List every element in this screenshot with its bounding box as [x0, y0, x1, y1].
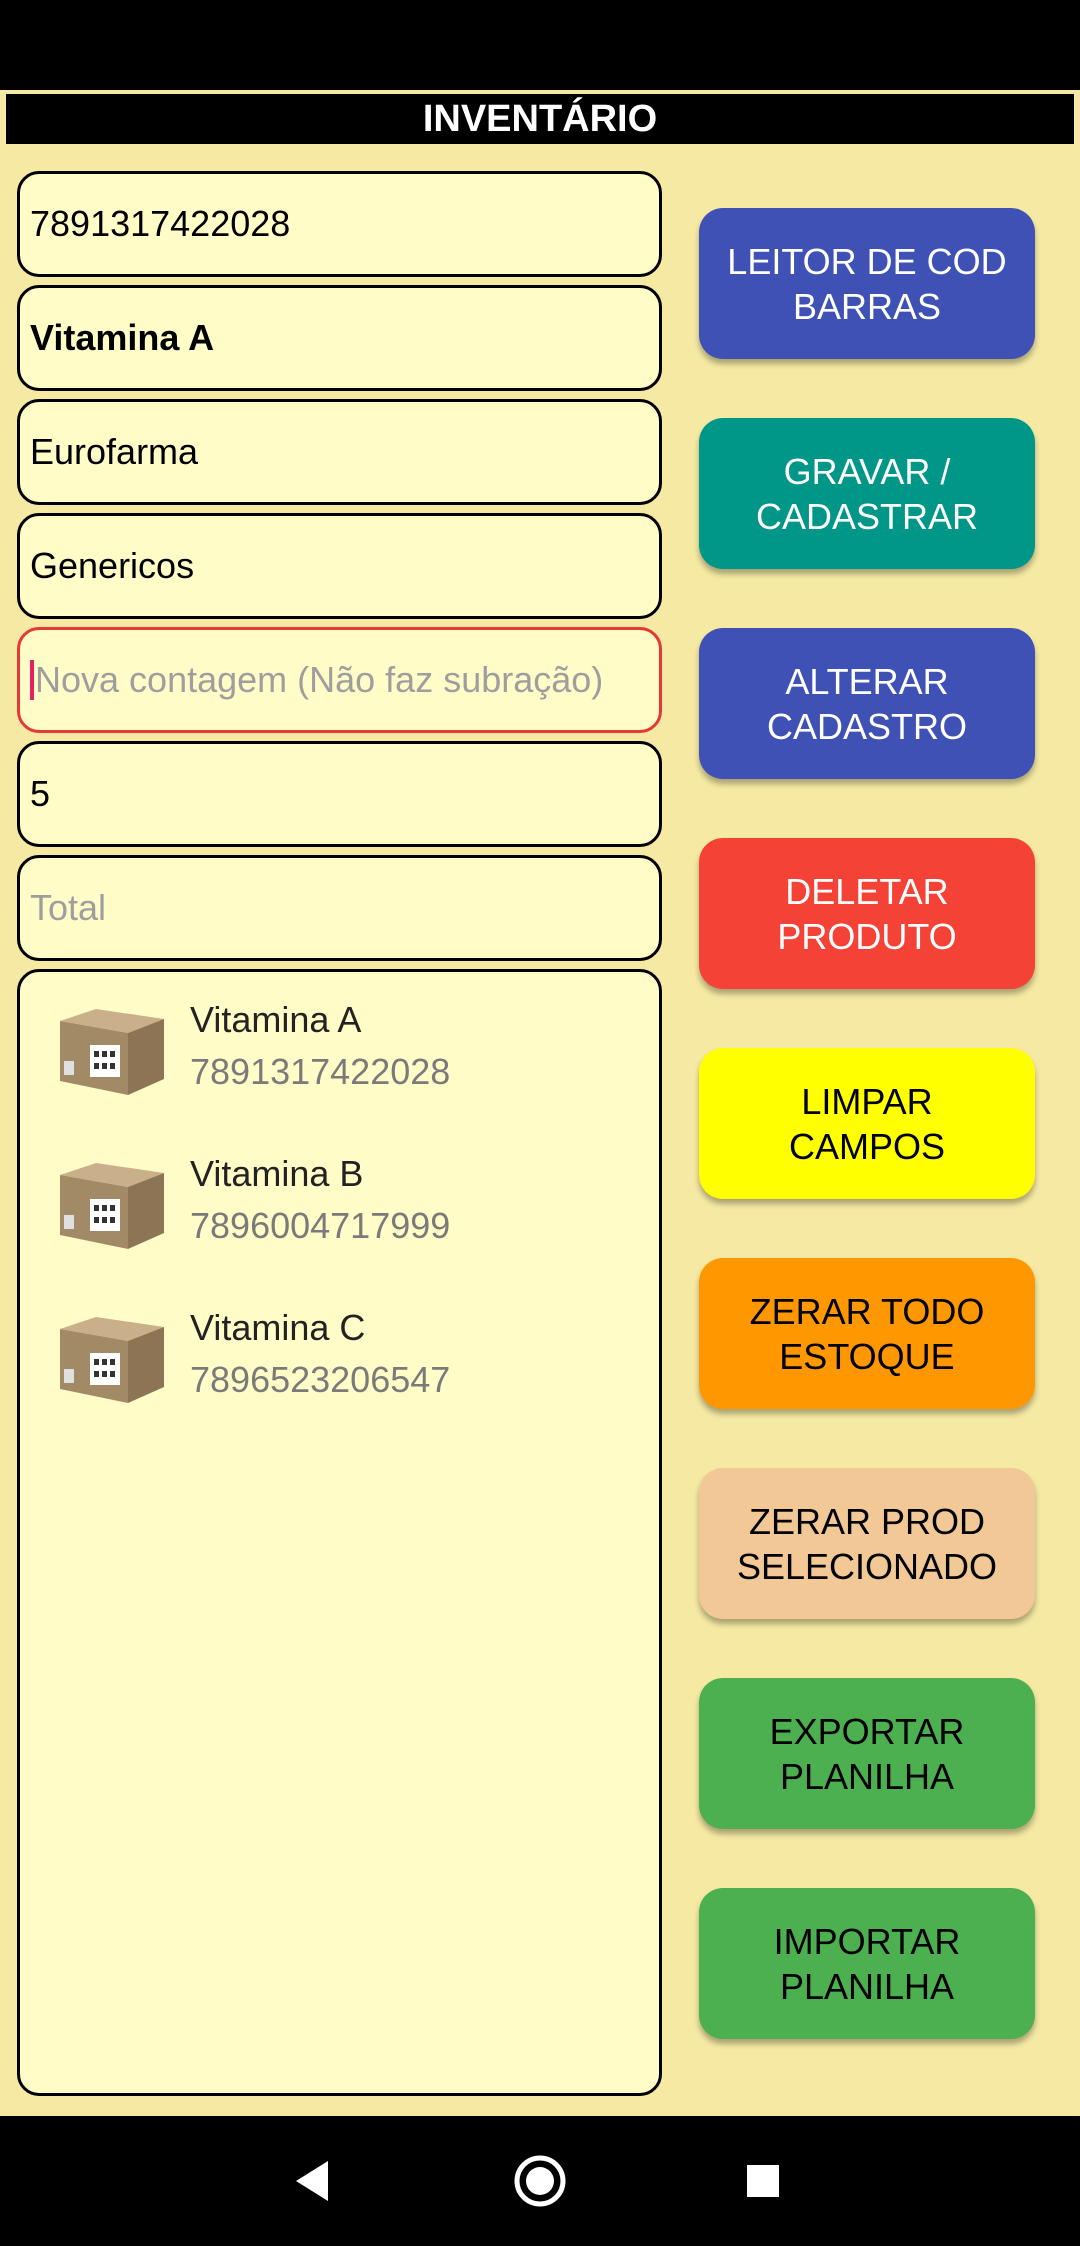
product-name-input[interactable]: Vitamina A [17, 285, 662, 391]
edit-register-button[interactable]: ALTERAR CADASTRO [699, 628, 1035, 779]
box-icon [56, 1307, 168, 1407]
product-list[interactable]: Vitamina A 7891317422028 Vitamina B 7896… [17, 969, 662, 2096]
list-item[interactable]: Vitamina B 7896004717999 [38, 1153, 638, 1273]
box-icon [56, 1153, 168, 1253]
total-input[interactable]: Total [17, 855, 662, 961]
item-code: 7896004717999 [190, 1205, 451, 1246]
total-placeholder: Total [30, 887, 107, 928]
barcode-reader-button[interactable]: LEITOR DE COD BARRAS [699, 208, 1035, 359]
list-item[interactable]: Vitamina C 7896523206547 [38, 1307, 638, 1427]
save-register-button[interactable]: GRAVAR / CADASTRAR [699, 418, 1035, 569]
item-code: 7896523206547 [190, 1359, 451, 1400]
navigation-bar [0, 2116, 1080, 2246]
back-icon[interactable] [252, 2116, 372, 2246]
status-bar [0, 0, 1080, 90]
new-count-input[interactable]: Nova contagem (Não faz subração) [17, 627, 662, 733]
export-spreadsheet-button[interactable]: EXPORTAR PLANILHA [699, 1678, 1035, 1829]
text-cursor [30, 660, 34, 700]
clear-fields-button[interactable]: LIMPAR CAMPOS [699, 1048, 1035, 1199]
home-icon[interactable] [480, 2116, 600, 2246]
item-code: 7891317422028 [190, 1051, 451, 1092]
recents-icon[interactable] [703, 2116, 823, 2246]
item-name: Vitamina A [190, 999, 362, 1040]
delete-product-button[interactable]: DELETAR PRODUTO [699, 838, 1035, 989]
quantity-input[interactable]: 5 [17, 741, 662, 847]
reset-selected-product-button[interactable]: ZERAR PROD SELECIONADO [699, 1468, 1035, 1619]
reset-all-stock-button[interactable]: ZERAR TODO ESTOQUE [699, 1258, 1035, 1409]
import-spreadsheet-button[interactable]: IMPORTAR PLANILHA [699, 1888, 1035, 2039]
new-count-placeholder: Nova contagem (Não faz subração) [35, 659, 604, 700]
barcode-input[interactable]: 7891317422028 [17, 171, 662, 277]
manufacturer-input[interactable]: Eurofarma [17, 399, 662, 505]
category-input[interactable]: Genericos [17, 513, 662, 619]
page-title: INVENTÁRIO [6, 94, 1074, 144]
list-item[interactable]: Vitamina A 7891317422028 [38, 999, 638, 1119]
box-icon [56, 999, 168, 1099]
item-name: Vitamina B [190, 1153, 364, 1194]
item-name: Vitamina C [190, 1307, 366, 1348]
